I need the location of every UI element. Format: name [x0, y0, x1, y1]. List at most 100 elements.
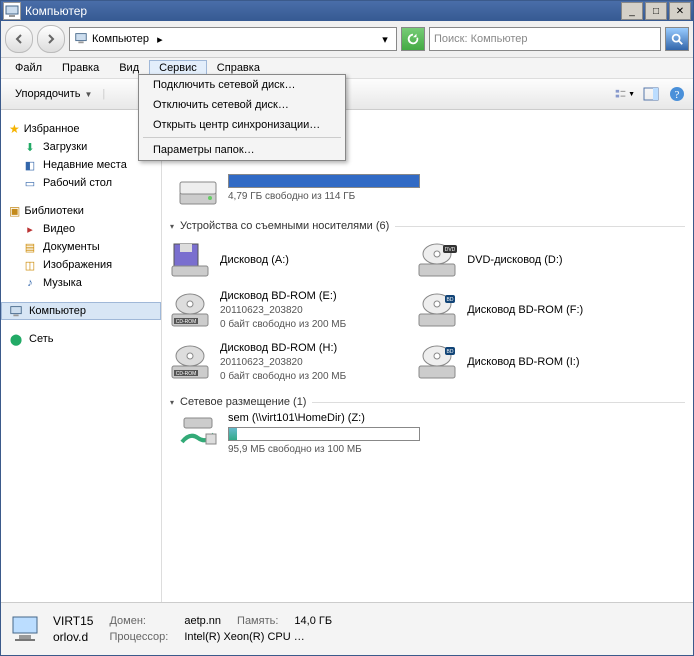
window-controls: _ □ ✕	[621, 2, 691, 20]
computer-icon	[9, 611, 45, 647]
sidebar-item-music[interactable]: ♪ Музыка	[1, 274, 161, 292]
free-space-text: 95,9 МБ свободно из 100 МБ	[228, 444, 438, 455]
separator	[395, 226, 685, 227]
libraries-icon: ▣	[9, 204, 20, 218]
menu-map-network-drive[interactable]: Подключить сетевой диск…	[139, 75, 345, 95]
drive-f[interactable]: BD Дисковод BD-ROM (F:)	[417, 290, 664, 330]
status-processor-label: Процессор:	[109, 631, 168, 643]
minimize-button[interactable]: _	[621, 2, 643, 20]
hard-disk-icon	[178, 174, 218, 210]
bd-rom-icon: BD	[417, 344, 457, 380]
network-icon: ⬤	[9, 332, 23, 346]
usage-bar	[228, 174, 420, 188]
status-memory-label: Память:	[237, 615, 278, 627]
video-icon: ▸	[23, 222, 37, 236]
drive-h[interactable]: CD-ROM Дисковод BD-ROM (H:) 20110623_203…	[170, 342, 417, 382]
sidebar-item-computer[interactable]: Компьютер	[1, 302, 161, 320]
svg-text:CD-ROM: CD-ROM	[176, 371, 197, 377]
drive-a[interactable]: Дисковод (A:)	[170, 242, 417, 278]
sidebar-item-recent[interactable]: ◧ Недавние места	[1, 156, 161, 174]
drive-i[interactable]: BD Дисковод BD-ROM (I:)	[417, 342, 664, 382]
statusbar: VIRT15 Домен: aetp.nn Память: 14,0 ГБ or…	[1, 603, 693, 655]
search-box[interactable]: Поиск: Компьютер	[429, 27, 661, 51]
group-header-network[interactable]: ▾ Сетевое размещение (1)	[170, 396, 685, 408]
menu-edit[interactable]: Правка	[52, 60, 109, 76]
back-button[interactable]	[5, 25, 33, 53]
maximize-button[interactable]: □	[645, 2, 667, 20]
status-domain-label: Домен:	[109, 615, 168, 627]
navbar: Компьютер ▸ ▾ Поиск: Компьютер	[1, 21, 693, 58]
explorer-window: Компьютер _ □ ✕ Компьютер ▸ ▾ Поиск: Ком…	[0, 0, 694, 656]
refresh-button[interactable]	[401, 27, 425, 51]
chevron-down-icon: ▼	[628, 91, 635, 98]
separator	[312, 402, 685, 403]
address-text: Компьютер	[92, 33, 149, 45]
toolbar: Упорядочить ▼ | x программу » ▼ ?	[1, 79, 693, 110]
desktop-icon: ▭	[23, 176, 37, 190]
help-button[interactable]: ?	[667, 84, 687, 104]
drive-e[interactable]: CD-ROM Дисковод BD-ROM (E:) 20110623_203…	[170, 290, 417, 330]
sidebar-group-libraries[interactable]: ▣ Библиотеки	[1, 202, 161, 220]
preview-pane-button[interactable]	[641, 84, 661, 104]
dvd-drive-icon: DVD	[417, 242, 457, 278]
group-header-removable[interactable]: ▾ Устройства со съемными носителями (6)	[170, 220, 685, 232]
svg-text:?: ?	[675, 89, 680, 101]
bd-rom-icon: BD	[417, 292, 457, 328]
window-title: Компьютер	[25, 4, 621, 18]
address-bar[interactable]: Компьютер ▸ ▾	[69, 27, 397, 51]
pictures-icon: ◫	[23, 258, 37, 272]
forward-button[interactable]	[37, 25, 65, 53]
main-area: ★ Избранное ⬇ Загрузки ◧ Недавние места …	[1, 110, 693, 603]
star-icon: ★	[9, 122, 20, 136]
bd-rom-icon: CD-ROM	[170, 292, 210, 328]
bd-rom-icon: CD-ROM	[170, 344, 210, 380]
status-domain-value: aetp.nn	[184, 615, 221, 627]
address-dropdown-icon[interactable]: ▾	[378, 32, 392, 46]
svg-text:BD: BD	[447, 349, 454, 355]
downloads-icon: ⬇	[23, 140, 37, 154]
collapse-triangle-icon: ▾	[170, 222, 174, 231]
recent-icon: ◧	[23, 158, 37, 172]
sidebar-item-documents[interactable]: ▤ Документы	[1, 238, 161, 256]
drive-z-network[interactable]: sem (\\virt101\HomeDir) (Z:) 95,9 МБ сво…	[178, 412, 685, 455]
menubar: Файл Правка Вид Сервис Справка	[1, 58, 693, 79]
search-placeholder: Поиск: Компьютер	[434, 33, 656, 45]
sidebar-item-pictures[interactable]: ◫ Изображения	[1, 256, 161, 274]
menu-disconnect-network-drive[interactable]: Отключить сетевой диск…	[139, 95, 345, 115]
view-options-button[interactable]: ▼	[615, 84, 635, 104]
menu-file[interactable]: Файл	[5, 60, 52, 76]
menu-folder-options[interactable]: Параметры папок…	[139, 140, 345, 160]
network-drive-name: sem (\\virt101\HomeDir) (Z:)	[228, 412, 438, 424]
network-drive-icon	[178, 412, 218, 448]
content-pane: 4,79 ГБ свободно из 114 ГБ ▾ Устройства …	[162, 110, 693, 602]
close-button[interactable]: ✕	[669, 2, 691, 20]
floppy-icon	[170, 242, 210, 278]
document-icon: ▤	[23, 240, 37, 254]
sidebar-group-favorites[interactable]: ★ Избранное	[1, 120, 161, 138]
organize-button[interactable]: Упорядочить ▼	[7, 85, 100, 103]
organize-label: Упорядочить	[15, 88, 80, 100]
menu-separator	[143, 137, 341, 138]
computer-icon	[3, 2, 21, 20]
breadcrumb-arrow-icon[interactable]: ▸	[153, 32, 167, 46]
status-computer-name: VIRT15	[53, 614, 93, 628]
tools-dropdown: Подключить сетевой диск… Отключить сетев…	[138, 74, 346, 161]
sidebar-item-network[interactable]: ⬤ Сеть	[1, 330, 161, 348]
computer-icon	[9, 304, 23, 318]
titlebar: Компьютер _ □ ✕	[1, 1, 693, 21]
status-processor-value: Intel(R) Xeon(R) CPU …	[184, 631, 332, 643]
svg-text:DVD: DVD	[445, 247, 456, 253]
svg-text:BD: BD	[447, 297, 454, 303]
sidebar-item-desktop[interactable]: ▭ Рабочий стол	[1, 174, 161, 192]
sidebar: ★ Избранное ⬇ Загрузки ◧ Недавние места …	[1, 110, 162, 602]
drive-d[interactable]: DVD DVD-дисковод (D:)	[417, 242, 664, 278]
search-button[interactable]	[665, 27, 689, 51]
status-memory-value: 14,0 ГБ	[294, 615, 332, 627]
status-user-name: orlov.d	[53, 630, 93, 644]
drive-local-disk[interactable]: 4,79 ГБ свободно из 114 ГБ	[178, 174, 685, 210]
free-space-text: 4,79 ГБ свободно из 114 ГБ	[228, 191, 438, 202]
usage-bar	[228, 427, 420, 441]
sidebar-item-downloads[interactable]: ⬇ Загрузки	[1, 138, 161, 156]
menu-open-sync-center[interactable]: Открыть центр синхронизации…	[139, 115, 345, 135]
sidebar-item-videos[interactable]: ▸ Видео	[1, 220, 161, 238]
